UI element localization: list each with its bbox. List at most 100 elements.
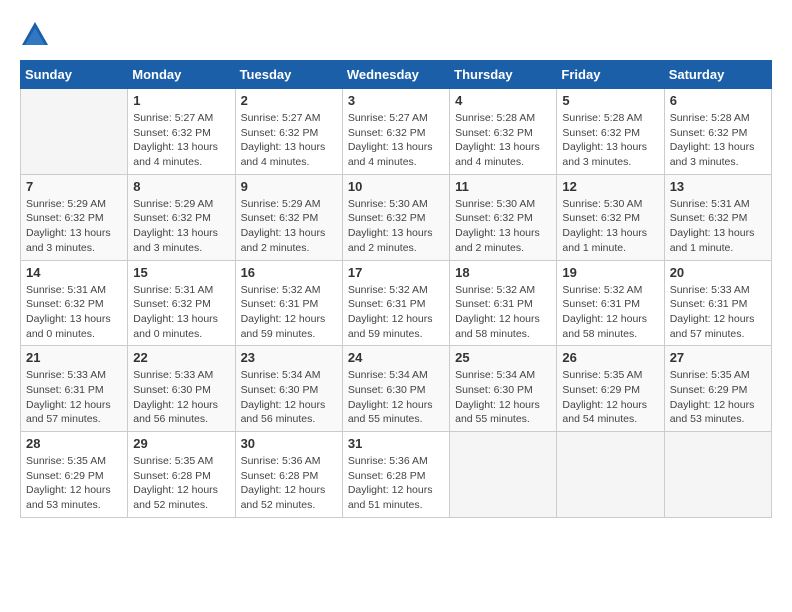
weekday-header: Saturday: [664, 61, 771, 89]
day-info: Sunrise: 5:29 AMSunset: 6:32 PMDaylight:…: [133, 197, 229, 256]
day-info: Sunrise: 5:36 AMSunset: 6:28 PMDaylight:…: [348, 454, 444, 513]
calendar-cell: 18Sunrise: 5:32 AMSunset: 6:31 PMDayligh…: [450, 260, 557, 346]
weekday-header: Tuesday: [235, 61, 342, 89]
calendar-cell: 12 Sunrise: 5:30 AMSunset: 6:32 PMDayligh…: [557, 174, 664, 260]
day-info: Sunrise: 5:33 AMSunset: 6:30 PMDaylight:…: [133, 368, 229, 427]
day-number: 2: [241, 93, 337, 108]
calendar-cell: 10Sunrise: 5:30 AMSunset: 6:32 PMDayligh…: [342, 174, 449, 260]
calendar-cell: 22 Sunrise: 5:33 AMSunset: 6:30 PMDayligh…: [128, 346, 235, 432]
day-info: Sunrise: 5:30 AMSunset: 6:32 PMDaylight:…: [348, 197, 444, 256]
day-number: 31: [348, 436, 444, 451]
day-info: Sunrise: 5:27 AMSunset: 6:32 PMDaylight:…: [133, 111, 229, 170]
day-number: 8: [133, 179, 229, 194]
day-info: Sunrise: 5:31 AMSunset: 6:32 PMDaylight:…: [133, 283, 229, 342]
day-info: Sunrise: 5:28 AMSunset: 6:32 PMDaylight:…: [562, 111, 658, 170]
calendar-week-row: 21 Sunrise: 5:33 AMSunset: 6:31 PMDayligh…: [21, 346, 772, 432]
calendar-cell: 28 Sunrise: 5:35 AMSunset: 6:29 PMDayligh…: [21, 432, 128, 518]
day-number: 17: [348, 265, 444, 280]
calendar-cell: 7 Sunrise: 5:29 AMSunset: 6:32 PMDaylight…: [21, 174, 128, 260]
calendar-cell: 9 Sunrise: 5:29 AMSunset: 6:32 PMDaylight…: [235, 174, 342, 260]
page-header: [20, 20, 772, 50]
calendar-cell: 1 Sunrise: 5:27 AMSunset: 6:32 PMDaylight…: [128, 89, 235, 175]
day-number: 5: [562, 93, 658, 108]
calendar-table: SundayMondayTuesdayWednesdayThursdayFrid…: [20, 60, 772, 518]
day-number: 22: [133, 350, 229, 365]
day-number: 15: [133, 265, 229, 280]
calendar-cell: 23 Sunrise: 5:34 AMSunset: 6:30 PMDayligh…: [235, 346, 342, 432]
day-number: 20: [670, 265, 766, 280]
day-number: 12: [562, 179, 658, 194]
calendar-cell: [21, 89, 128, 175]
weekday-header: Sunday: [21, 61, 128, 89]
day-info: Sunrise: 5:32 AMSunset: 6:31 PMDaylight:…: [348, 283, 444, 342]
calendar-cell: 21 Sunrise: 5:33 AMSunset: 6:31 PMDayligh…: [21, 346, 128, 432]
day-info: Sunrise: 5:28 AMSunset: 6:32 PMDaylight:…: [455, 111, 551, 170]
day-info: Sunrise: 5:31 AMSunset: 6:32 PMDaylight:…: [670, 197, 766, 256]
day-info: Sunrise: 5:30 AMSunset: 6:32 PMDaylight:…: [455, 197, 551, 256]
weekday-header: Monday: [128, 61, 235, 89]
calendar-cell: 6 Sunrise: 5:28 AMSunset: 6:32 PMDaylight…: [664, 89, 771, 175]
calendar-cell: 15 Sunrise: 5:31 AMSunset: 6:32 PMDayligh…: [128, 260, 235, 346]
calendar-cell: 11 Sunrise: 5:30 AMSunset: 6:32 PMDayligh…: [450, 174, 557, 260]
calendar-week-row: 7 Sunrise: 5:29 AMSunset: 6:32 PMDaylight…: [21, 174, 772, 260]
day-info: Sunrise: 5:34 AMSunset: 6:30 PMDaylight:…: [455, 368, 551, 427]
calendar-cell: 4Sunrise: 5:28 AMSunset: 6:32 PMDaylight…: [450, 89, 557, 175]
day-number: 21: [26, 350, 122, 365]
calendar-cell: 2 Sunrise: 5:27 AMSunset: 6:32 PMDaylight…: [235, 89, 342, 175]
day-info: Sunrise: 5:27 AMSunset: 6:32 PMDaylight:…: [348, 111, 444, 170]
calendar-cell: 30 Sunrise: 5:36 AMSunset: 6:28 PMDayligh…: [235, 432, 342, 518]
weekday-header: Thursday: [450, 61, 557, 89]
day-info: Sunrise: 5:27 AMSunset: 6:32 PMDaylight:…: [241, 111, 337, 170]
calendar-cell: 24 Sunrise: 5:34 AMSunset: 6:30 PMDayligh…: [342, 346, 449, 432]
day-number: 28: [26, 436, 122, 451]
day-info: Sunrise: 5:34 AMSunset: 6:30 PMDaylight:…: [348, 368, 444, 427]
calendar-cell: 13 Sunrise: 5:31 AMSunset: 6:32 PMDayligh…: [664, 174, 771, 260]
logo-icon: [20, 20, 50, 50]
day-info: Sunrise: 5:32 AMSunset: 6:31 PMDaylight:…: [241, 283, 337, 342]
day-number: 29: [133, 436, 229, 451]
calendar-cell: 5 Sunrise: 5:28 AMSunset: 6:32 PMDaylight…: [557, 89, 664, 175]
calendar-cell: [557, 432, 664, 518]
day-info: Sunrise: 5:28 AMSunset: 6:32 PMDaylight:…: [670, 111, 766, 170]
day-info: Sunrise: 5:33 AMSunset: 6:31 PMDaylight:…: [670, 283, 766, 342]
calendar-cell: 3 Sunrise: 5:27 AMSunset: 6:32 PMDaylight…: [342, 89, 449, 175]
day-number: 11: [455, 179, 551, 194]
day-info: Sunrise: 5:29 AMSunset: 6:32 PMDaylight:…: [241, 197, 337, 256]
calendar-cell: 31 Sunrise: 5:36 AMSunset: 6:28 PMDayligh…: [342, 432, 449, 518]
day-info: Sunrise: 5:35 AMSunset: 6:29 PMDaylight:…: [26, 454, 122, 513]
day-info: Sunrise: 5:35 AMSunset: 6:29 PMDaylight:…: [562, 368, 658, 427]
day-number: 25: [455, 350, 551, 365]
day-number: 3: [348, 93, 444, 108]
day-number: 19: [562, 265, 658, 280]
calendar-cell: 17 Sunrise: 5:32 AMSunset: 6:31 PMDayligh…: [342, 260, 449, 346]
day-info: Sunrise: 5:34 AMSunset: 6:30 PMDaylight:…: [241, 368, 337, 427]
day-number: 6: [670, 93, 766, 108]
calendar-cell: [664, 432, 771, 518]
day-info: Sunrise: 5:32 AMSunset: 6:31 PMDaylight:…: [562, 283, 658, 342]
day-info: Sunrise: 5:29 AMSunset: 6:32 PMDaylight:…: [26, 197, 122, 256]
calendar-week-row: 1 Sunrise: 5:27 AMSunset: 6:32 PMDaylight…: [21, 89, 772, 175]
day-number: 13: [670, 179, 766, 194]
calendar-body: 1 Sunrise: 5:27 AMSunset: 6:32 PMDaylight…: [21, 89, 772, 518]
calendar-cell: 19 Sunrise: 5:32 AMSunset: 6:31 PMDayligh…: [557, 260, 664, 346]
day-number: 23: [241, 350, 337, 365]
calendar-cell: 20 Sunrise: 5:33 AMSunset: 6:31 PMDayligh…: [664, 260, 771, 346]
day-number: 24: [348, 350, 444, 365]
day-number: 18: [455, 265, 551, 280]
day-number: 30: [241, 436, 337, 451]
calendar-cell: 14Sunrise: 5:31 AMSunset: 6:32 PMDayligh…: [21, 260, 128, 346]
day-info: Sunrise: 5:30 AMSunset: 6:32 PMDaylight:…: [562, 197, 658, 256]
calendar-cell: 16 Sunrise: 5:32 AMSunset: 6:31 PMDayligh…: [235, 260, 342, 346]
day-info: Sunrise: 5:36 AMSunset: 6:28 PMDaylight:…: [241, 454, 337, 513]
weekday-row: SundayMondayTuesdayWednesdayThursdayFrid…: [21, 61, 772, 89]
calendar-cell: 26 Sunrise: 5:35 AMSunset: 6:29 PMDayligh…: [557, 346, 664, 432]
day-number: 16: [241, 265, 337, 280]
day-number: 7: [26, 179, 122, 194]
calendar-week-row: 28 Sunrise: 5:35 AMSunset: 6:29 PMDayligh…: [21, 432, 772, 518]
day-number: 9: [241, 179, 337, 194]
calendar-cell: 25 Sunrise: 5:34 AMSunset: 6:30 PMDayligh…: [450, 346, 557, 432]
calendar-cell: 8 Sunrise: 5:29 AMSunset: 6:32 PMDaylight…: [128, 174, 235, 260]
day-info: Sunrise: 5:33 AMSunset: 6:31 PMDaylight:…: [26, 368, 122, 427]
day-number: 26: [562, 350, 658, 365]
day-number: 1: [133, 93, 229, 108]
